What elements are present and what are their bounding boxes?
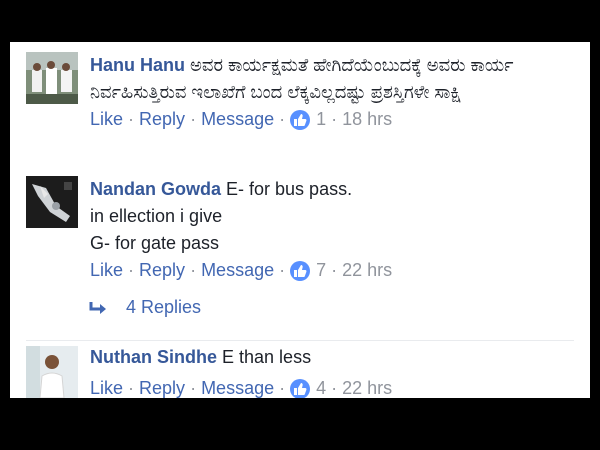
thumbs-up-icon[interactable] [290, 378, 311, 398]
comment-timestamp[interactable]: 22 hrs [342, 375, 392, 398]
separator-dot: · [190, 260, 197, 280]
like-button[interactable]: Like [90, 106, 123, 133]
message-button[interactable]: Message [201, 375, 274, 398]
comment-author[interactable]: Nuthan Sindhe [90, 347, 217, 367]
comment-text: E- for bus pass. [226, 179, 353, 199]
comment-body: Nuthan Sindhe E than less Like · Reply ·… [90, 344, 572, 398]
replies-count-label[interactable]: 4 Replies [126, 297, 201, 318]
separator-dot: · [331, 378, 338, 398]
separator-dot: · [190, 378, 197, 398]
comment-text: E than less [222, 347, 312, 367]
comment-author[interactable]: Hanu Hanu [90, 55, 185, 75]
comments-panel: Hanu Hanu ಅವರ ಕಾರ್ಯಕ್ಷಮತೆ ಹೇಗಿದೆಯೆಂಬುದಕ್… [10, 42, 590, 398]
comment-author[interactable]: Nandan Gowda [90, 179, 221, 199]
like-count[interactable]: 4 [316, 375, 326, 398]
message-button[interactable]: Message [201, 257, 274, 284]
comment-actions: Like · Reply · Message · 4 · 22 hrs [90, 375, 572, 398]
comment-actions: Like · Reply · Message · 7 · 22 hrs [90, 257, 572, 284]
separator-dot: · [279, 109, 286, 129]
separator-dot: · [279, 378, 286, 398]
comment-text-line: in ellection i give [90, 206, 223, 226]
like-button[interactable]: Like [90, 375, 123, 398]
separator-dot: · [128, 378, 135, 398]
separator-dot: · [279, 260, 286, 280]
like-count[interactable]: 7 [316, 257, 326, 284]
view-replies-link[interactable]: 4 Replies [88, 297, 201, 318]
separator-dot: · [128, 109, 135, 129]
divider [26, 340, 574, 341]
separator-dot: · [331, 260, 338, 280]
like-count[interactable]: 1 [316, 106, 326, 133]
reply-button[interactable]: Reply [139, 106, 185, 133]
thumbs-up-icon[interactable] [290, 109, 311, 130]
separator-dot: · [128, 260, 135, 280]
message-button[interactable]: Message [201, 106, 274, 133]
comment-timestamp[interactable]: 18 hrs [342, 106, 392, 133]
reply-button[interactable]: Reply [139, 375, 185, 398]
avatar[interactable] [26, 346, 78, 398]
comment-timestamp[interactable]: 22 hrs [342, 257, 392, 284]
avatar[interactable] [26, 176, 78, 228]
comment-actions: Like · Reply · Message · 1 · 18 hrs [90, 106, 572, 133]
separator-dot: · [190, 109, 197, 129]
comment-body: Nandan Gowda E- for bus pass. in ellecti… [90, 176, 572, 284]
like-button[interactable]: Like [90, 257, 123, 284]
thumbs-up-icon[interactable] [290, 260, 311, 281]
reply-arrow-icon [89, 301, 106, 314]
separator-dot: · [331, 109, 338, 129]
comment-text-line: G- for gate pass [90, 233, 220, 253]
comment-body: Hanu Hanu ಅವರ ಕಾರ್ಯಕ್ಷಮತೆ ಹೇಗಿದೆಯೆಂಬುದಕ್… [90, 52, 572, 133]
avatar[interactable] [26, 52, 78, 104]
reply-button[interactable]: Reply [139, 257, 185, 284]
